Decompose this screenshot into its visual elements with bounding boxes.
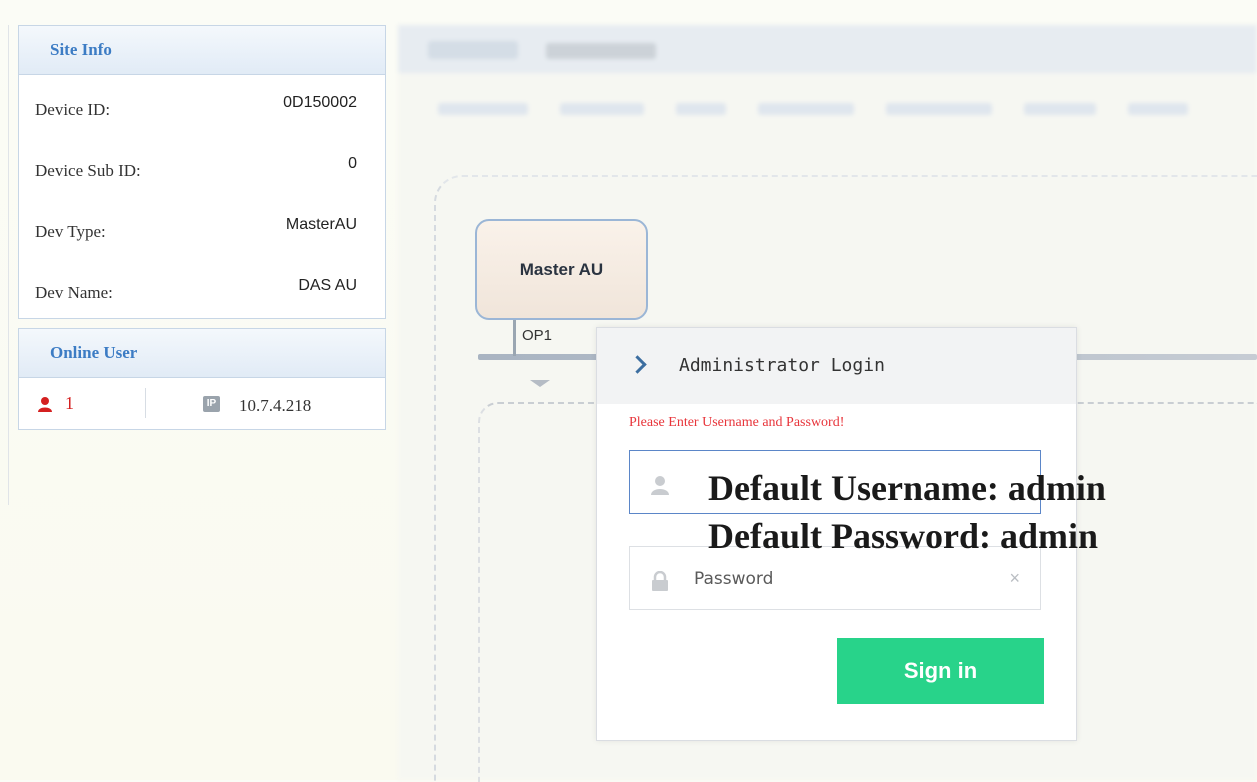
online-user-row: 1 IP 10.7.4.218 bbox=[19, 378, 385, 428]
left-divider-line bbox=[8, 25, 9, 505]
info-row-device-id: Device ID: 0D150002 bbox=[19, 75, 385, 136]
password-input[interactable] bbox=[692, 561, 996, 597]
background-nav-item bbox=[676, 103, 726, 115]
background-tab-bar bbox=[398, 25, 1257, 73]
background-nav bbox=[438, 103, 1257, 117]
online-user-title: Online User bbox=[19, 329, 385, 378]
clear-icon[interactable]: × bbox=[1009, 569, 1020, 587]
info-label: Dev Type: bbox=[35, 222, 106, 241]
site-info-title: Site Info bbox=[19, 26, 385, 75]
online-user-ip: 10.7.4.218 bbox=[239, 396, 312, 415]
info-row-dev-type: Dev Type: MasterAU bbox=[19, 197, 385, 258]
topology-port-link bbox=[513, 320, 516, 356]
online-user-count: 1 bbox=[65, 393, 74, 413]
info-value: 0 bbox=[348, 155, 357, 172]
login-dialog-header: Administrator Login bbox=[597, 328, 1076, 404]
info-value: DAS AU bbox=[298, 277, 357, 294]
background-nav-item bbox=[1128, 103, 1188, 115]
user-icon bbox=[651, 476, 669, 495]
default-password-note: Default Password: admin bbox=[708, 516, 1099, 556]
background-nav-item bbox=[438, 103, 528, 115]
chevron-right-icon bbox=[628, 355, 647, 374]
online-user-panel: Online User 1 IP 10.7.4.218 bbox=[18, 328, 386, 430]
background-nav-item bbox=[886, 103, 992, 115]
sign-in-button[interactable]: Sign in bbox=[837, 638, 1044, 704]
background-tab bbox=[546, 43, 656, 59]
background-tab bbox=[428, 41, 518, 59]
info-row-dev-name: Dev Name: DAS AU bbox=[19, 258, 385, 319]
port-label: OP1 bbox=[522, 327, 553, 344]
background-nav-item bbox=[560, 103, 644, 115]
info-label: Device Sub ID: bbox=[35, 161, 141, 180]
ip-icon: IP bbox=[203, 396, 220, 412]
info-value: 0D150002 bbox=[283, 94, 357, 111]
column-divider bbox=[145, 388, 146, 418]
user-icon bbox=[38, 397, 52, 412]
info-label: Device ID: bbox=[35, 100, 111, 119]
info-row-device-sub-id: Device Sub ID: 0 bbox=[19, 136, 385, 197]
site-info-panel: Site Info Device ID: 0D150002 Device Sub… bbox=[18, 25, 386, 319]
default-username-note: Default Username: admin bbox=[708, 468, 1106, 508]
default-credentials-note: Default Username: admin Default Password… bbox=[708, 464, 1106, 560]
background-nav-item bbox=[758, 103, 854, 115]
expand-arrow-icon bbox=[530, 380, 550, 387]
lock-icon bbox=[652, 571, 668, 591]
info-value: MasterAU bbox=[285, 216, 357, 233]
login-title: Administrator Login bbox=[679, 355, 885, 376]
master-au-node[interactable]: Master AU bbox=[475, 219, 648, 320]
background-nav-item bbox=[1024, 103, 1096, 115]
login-error-message: Please Enter Username and Password! bbox=[629, 415, 845, 430]
info-label: Dev Name: bbox=[35, 283, 113, 302]
